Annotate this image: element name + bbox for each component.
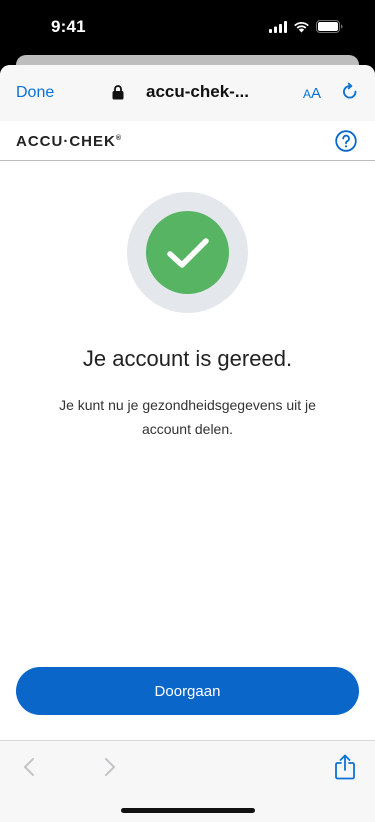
- address-bar[interactable]: accu-chek-...: [112, 82, 249, 102]
- browser-bottom-bar: [0, 740, 375, 822]
- success-circle: [146, 211, 229, 294]
- browser-sheet: Done accu-chek-... AA ACCU·CHEK® Je acco…: [0, 65, 375, 822]
- phone-screen: 9:41 Done accu-chek-... AA ACCU·CHEK® Je…: [0, 0, 375, 822]
- check-icon: [166, 237, 209, 268]
- chevron-left-icon[interactable]: [22, 757, 36, 777]
- logo-text: ACCU·CHEK: [16, 133, 116, 150]
- status-time: 9:41: [51, 17, 86, 36]
- text-size-small-label: A: [303, 87, 312, 101]
- chevron-right-icon[interactable]: [103, 757, 117, 777]
- browser-top-bar: Done accu-chek-... AA: [0, 65, 375, 122]
- wifi-icon: [294, 21, 309, 32]
- text-size-large-label: A: [311, 85, 322, 102]
- reload-icon[interactable]: [340, 82, 360, 102]
- status-bar: 9:41: [0, 0, 375, 56]
- url-text: accu-chek-...: [146, 82, 249, 101]
- home-indicator: [121, 808, 255, 813]
- lock-icon: [112, 84, 124, 99]
- signal-icon: [269, 20, 287, 33]
- text-size-button[interactable]: AA: [303, 85, 321, 102]
- continue-button[interactable]: Doorgaan: [16, 667, 359, 715]
- app-header: ACCU·CHEK®: [0, 121, 375, 161]
- page-title: Je account is gereed.: [82, 346, 293, 371]
- battery-icon: [316, 20, 343, 33]
- accu-chek-logo: ACCU·CHEK®: [16, 133, 122, 150]
- done-button[interactable]: Done: [16, 84, 54, 102]
- share-icon[interactable]: [334, 754, 356, 780]
- confirmation-message: Je kunt nu je gezondheidsgegevens uit je…: [59, 397, 316, 437]
- help-icon[interactable]: [335, 130, 357, 152]
- status-icons: [269, 20, 343, 33]
- success-badge: [127, 192, 248, 313]
- logo-mark: ®: [115, 135, 122, 142]
